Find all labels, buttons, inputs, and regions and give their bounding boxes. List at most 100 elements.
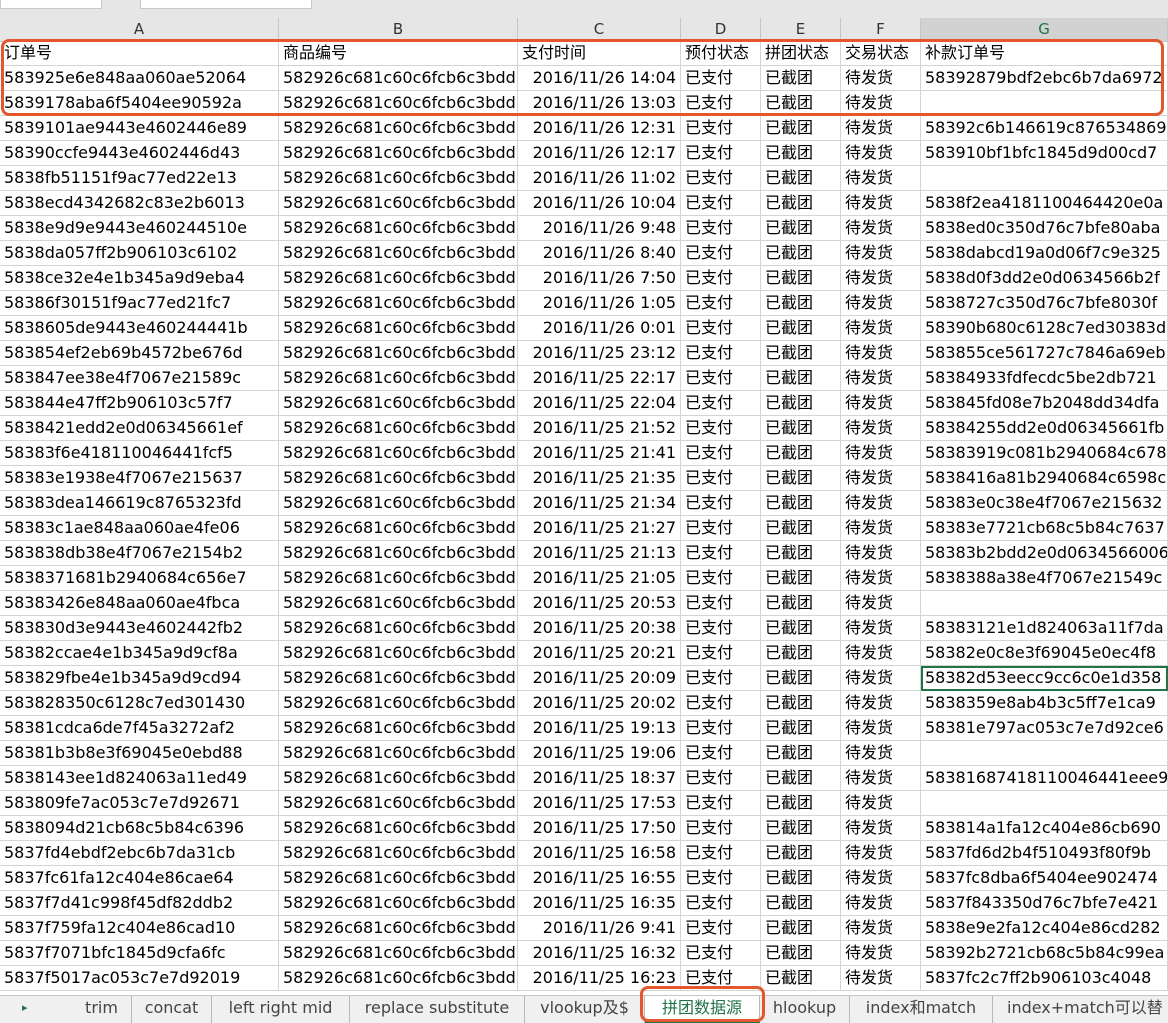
table-cell[interactable]: 582926c681c60c6fcb6c3bdd [279,466,518,491]
table-cell[interactable]: 2016/11/25 17:50 [518,816,681,841]
table-cell[interactable]: 已支付 [681,141,761,166]
table-cell[interactable]: 已支付 [681,916,761,941]
table-cell[interactable]: 582926c681c60c6fcb6c3bdd [279,266,518,291]
header-cell[interactable]: 交易状态 [841,41,921,66]
table-cell[interactable]: 已截团 [761,316,841,341]
table-cell[interactable]: 待发货 [841,291,921,316]
column-header-g[interactable]: G [921,18,1168,41]
table-cell[interactable]: 5837f7071bfc1845d9cfa6fc [0,941,279,966]
table-cell[interactable]: 5837f7d41c998f45df82ddb2 [0,891,279,916]
table-cell[interactable]: 582926c681c60c6fcb6c3bdd [279,691,518,716]
table-cell[interactable]: 2016/11/25 20:38 [518,616,681,641]
sheet-tab-index-plus-match[interactable]: index+match可以替 [993,996,1168,1023]
table-cell[interactable]: 已截团 [761,416,841,441]
table-cell[interactable]: 583854ef2eb69b4572be676d [0,341,279,366]
tab-scroll-arrow-icon[interactable]: ▸ [22,1001,28,1014]
table-cell[interactable]: 已截团 [761,916,841,941]
table-cell[interactable]: 58384933fdfecdc5be2db721 [921,366,1168,391]
table-cell[interactable]: 58381b3b8e3f69045e0ebd88 [0,741,279,766]
table-cell[interactable]: 582926c681c60c6fcb6c3bdd [279,666,518,691]
table-cell[interactable]: 582926c681c60c6fcb6c3bdd [279,916,518,941]
table-cell[interactable]: 已支付 [681,891,761,916]
table-cell[interactable]: 582926c681c60c6fcb6c3bdd [279,216,518,241]
table-cell[interactable]: 2016/11/25 16:58 [518,841,681,866]
table-cell[interactable]: 已截团 [761,591,841,616]
table-cell[interactable]: 5838e9d9e9443e460244510e [0,216,279,241]
table-cell[interactable]: 5838fb51151f9ac77ed22e13 [0,166,279,191]
table-cell[interactable]: 5837fc8dba6f5404ee902474 [921,866,1168,891]
table-cell[interactable]: 待发货 [841,816,921,841]
table-cell[interactable]: 5838605de9443e460244441b [0,316,279,341]
table-cell[interactable]: 2016/11/26 12:31 [518,116,681,141]
table-cell[interactable]: 583809fe7ac053c7e7d92671 [0,791,279,816]
table-cell[interactable]: 582926c681c60c6fcb6c3bdd [279,591,518,616]
header-cell[interactable]: 拼团状态 [761,41,841,66]
table-cell[interactable]: 已截团 [761,466,841,491]
table-cell[interactable]: 5839101ae9443e4602446e89 [0,116,279,141]
table-cell[interactable]: 58383919c081b2940684c678b8 [921,441,1168,466]
table-cell[interactable]: 582926c681c60c6fcb6c3bdd [279,191,518,216]
table-cell[interactable]: 已支付 [681,791,761,816]
table-cell[interactable]: 已截团 [761,341,841,366]
table-cell[interactable]: 待发货 [841,166,921,191]
table-cell[interactable]: 58392879bdf2ebc6b7da6972 [921,66,1168,91]
table-cell[interactable]: 2016/11/26 11:02 [518,166,681,191]
table-cell[interactable] [921,591,1168,616]
table-cell[interactable]: 已支付 [681,291,761,316]
table-cell[interactable]: 2016/11/25 17:53 [518,791,681,816]
table-cell[interactable]: 已截团 [761,191,841,216]
sheet-tab-left-right-mid[interactable]: left right mid [212,996,350,1023]
table-cell[interactable]: 5837f759fa12c404e86cad10 [0,916,279,941]
table-cell[interactable]: 待发货 [841,791,921,816]
table-cell[interactable]: 待发货 [841,516,921,541]
table-cell[interactable] [921,741,1168,766]
table-cell[interactable]: 待发货 [841,191,921,216]
table-cell[interactable]: 2016/11/26 10:04 [518,191,681,216]
table-cell[interactable]: 5838388a38e4f7067e21549c [921,566,1168,591]
table-cell[interactable]: 已支付 [681,116,761,141]
table-cell[interactable]: 58381687418110046441eee9 [921,766,1168,791]
table-cell[interactable]: 待发货 [841,216,921,241]
table-cell[interactable]: 已截团 [761,566,841,591]
table-cell[interactable]: 已支付 [681,866,761,891]
table-cell[interactable]: 待发货 [841,141,921,166]
table-cell[interactable]: 5838727c350d76c7bfe8030f [921,291,1168,316]
table-cell[interactable]: 待发货 [841,391,921,416]
table-cell[interactable]: 待发货 [841,616,921,641]
table-cell[interactable]: 583925e6e848aa060ae52064 [0,66,279,91]
table-cell[interactable]: 2016/11/26 13:03 [518,91,681,116]
table-cell[interactable]: 5837f843350d76c7bfe7e421 [921,891,1168,916]
table-cell[interactable]: 已支付 [681,66,761,91]
table-cell[interactable]: 5838421edd2e0d06345661ef [0,416,279,441]
table-cell[interactable]: 已截团 [761,266,841,291]
table-cell[interactable]: 5838ce32e4e1b345a9d9eba4 [0,266,279,291]
table-cell[interactable]: 583844e47ff2b906103c57f7 [0,391,279,416]
table-cell[interactable]: 2016/11/25 18:37 [518,766,681,791]
table-cell[interactable]: 582926c681c60c6fcb6c3bdd [279,766,518,791]
table-cell[interactable]: 待发货 [841,641,921,666]
table-cell[interactable]: 5838143ee1d824063a11ed49 [0,766,279,791]
table-cell[interactable]: 58382e0c8e3f69045e0ec4f8 [921,641,1168,666]
table-cell[interactable]: 已支付 [681,516,761,541]
table-cell[interactable]: 待发货 [841,316,921,341]
table-cell[interactable]: 已截团 [761,441,841,466]
table-cell[interactable]: 2016/11/25 20:02 [518,691,681,716]
table-cell[interactable]: 已截团 [761,391,841,416]
sheet-tab-hlookup[interactable]: hlookup [760,996,850,1023]
table-cell[interactable]: 待发货 [841,666,921,691]
table-cell[interactable]: 2016/11/25 16:35 [518,891,681,916]
table-cell[interactable]: 待发货 [841,591,921,616]
table-cell[interactable]: 583829fbe4e1b345a9d9cd94 [0,666,279,691]
header-cell[interactable]: 补款订单号 [921,41,1168,66]
table-cell[interactable]: 582926c681c60c6fcb6c3bdd [279,141,518,166]
table-cell[interactable]: 5838dabcd19a0d06f7c9e325 [921,241,1168,266]
header-cell[interactable]: 订单号 [0,41,279,66]
table-cell[interactable]: 582926c681c60c6fcb6c3bdd [279,416,518,441]
table-cell[interactable]: 2016/11/25 21:13 [518,541,681,566]
table-cell[interactable]: 58381e797ac053c7e7d92ce6 [921,716,1168,741]
table-cell[interactable]: 582926c681c60c6fcb6c3bdd [279,341,518,366]
table-cell[interactable]: 58384255dd2e0d06345661fb [921,416,1168,441]
table-cell[interactable]: 待发货 [841,241,921,266]
table-cell[interactable]: 582926c681c60c6fcb6c3bdd [279,66,518,91]
table-cell[interactable]: 2016/11/26 9:48 [518,216,681,241]
